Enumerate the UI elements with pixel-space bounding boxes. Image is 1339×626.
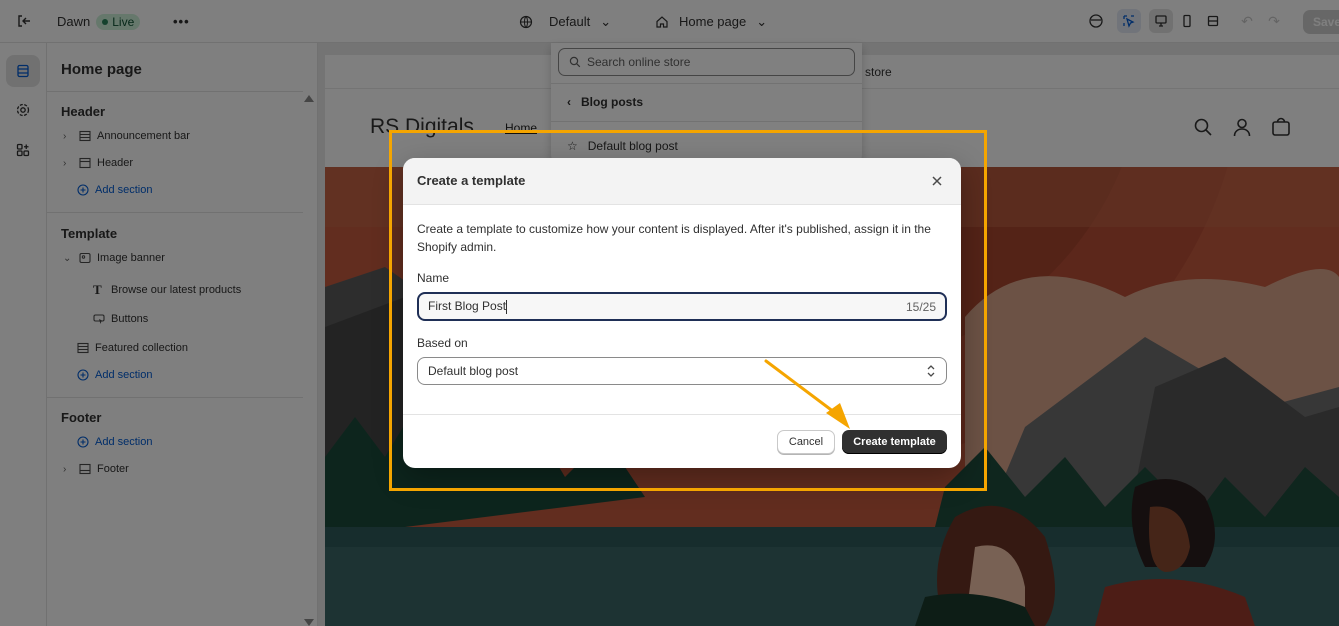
highlight-box <box>389 130 987 491</box>
divider <box>551 121 862 122</box>
divider <box>551 83 862 84</box>
arrow-annotation-icon <box>764 359 850 429</box>
chevron-left-icon: ‹ <box>567 95 571 109</box>
search-icon <box>569 56 581 68</box>
back-to-blog-posts[interactable]: ‹ Blog posts <box>551 95 862 109</box>
search-online-store-input[interactable]: Search online store <box>558 48 855 76</box>
dropdown-back-label: Blog posts <box>581 95 643 109</box>
search-placeholder: Search online store <box>587 55 691 69</box>
